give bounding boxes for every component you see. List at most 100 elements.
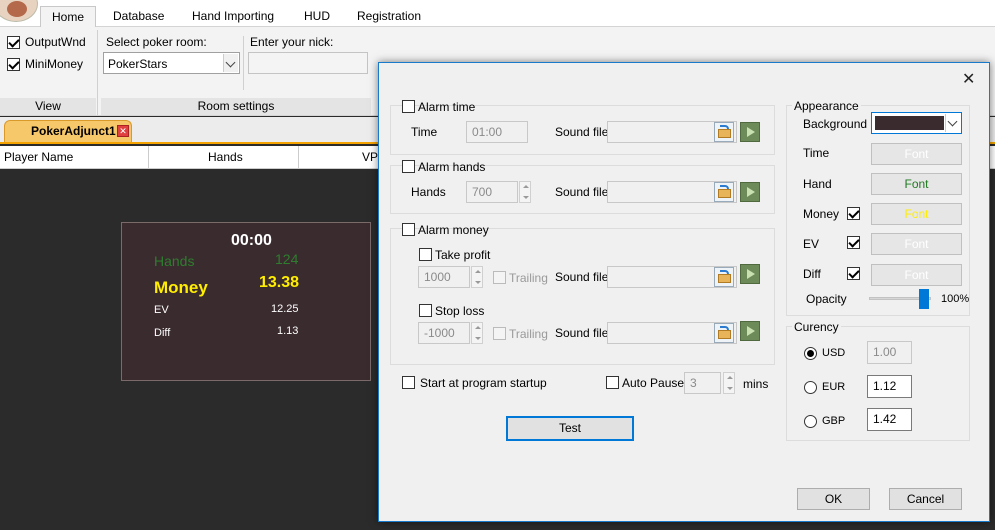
close-tab-icon[interactable]: ✕ (117, 125, 129, 137)
auto-pause-spinner[interactable] (723, 372, 735, 394)
view-group-label: View (35, 99, 61, 113)
cancel-label: Cancel (906, 492, 945, 506)
font-label: Font (904, 207, 929, 221)
money-font-button[interactable]: Font (871, 203, 962, 225)
alarm-hands-input[interactable]: 700 (466, 181, 518, 203)
money-checkbox[interactable] (847, 207, 860, 220)
font-label: Font (904, 237, 929, 251)
play-icon[interactable] (740, 264, 760, 284)
diff-font-label: Diff (803, 267, 821, 281)
font-label: Font (904, 147, 929, 161)
chevron-down-icon[interactable] (945, 114, 960, 132)
tab-home[interactable]: Home (40, 6, 96, 28)
alarm-time-label: Alarm time (418, 100, 476, 114)
stop-loss-checkbox[interactable] (419, 304, 432, 317)
poker-room-value: PokerStars (108, 57, 168, 71)
background-color-select[interactable] (871, 112, 962, 134)
auto-pause-checkbox[interactable] (606, 376, 619, 389)
doc-tab[interactable]: PokerAdjunct1 ✕ (4, 120, 132, 142)
play-icon[interactable] (740, 182, 760, 202)
play-icon[interactable] (740, 321, 760, 341)
col-player-name[interactable]: Player Name (4, 150, 73, 164)
alarm-hands-checkbox[interactable] (402, 160, 415, 173)
ribbon-divider-2 (243, 36, 244, 90)
trailing-checkbox-2[interactable] (493, 327, 506, 340)
time-font-button[interactable]: Font (871, 143, 962, 165)
hand-font-label: Hand (803, 177, 832, 191)
opacity-slider-thumb[interactable] (919, 289, 929, 309)
outputwnd-checkbox[interactable] (7, 36, 20, 49)
take-profit-input[interactable]: 1000 (418, 266, 470, 288)
gbp-input[interactable]: 1.42 (867, 408, 912, 431)
nick-input[interactable] (248, 52, 368, 74)
take-profit-spinner[interactable] (471, 266, 483, 288)
stop-loss-input[interactable]: -1000 (418, 322, 470, 344)
ok-button[interactable]: OK (797, 488, 870, 510)
eur-radio[interactable] (804, 381, 817, 394)
tab-registration[interactable]: Registration (357, 9, 421, 23)
gbp-radio[interactable] (804, 415, 817, 428)
folder-icon[interactable] (714, 122, 734, 142)
trailing-label: Trailing (509, 271, 548, 285)
usd-radio[interactable] (804, 347, 817, 360)
opacity-value: 100% (941, 293, 970, 305)
folder-icon[interactable] (714, 267, 734, 287)
mini-money-widget[interactable]: 00:00 Hands 124 Money 13.38 EV 12.25 Dif… (121, 222, 371, 381)
minimoney-checkbox[interactable] (7, 58, 20, 71)
sound-file-label: Sound file (555, 125, 609, 139)
currency-title: Curency (792, 320, 841, 334)
appearance-title: Appearance (792, 99, 861, 113)
auto-pause-input[interactable]: 3 (684, 372, 721, 394)
startup-checkbox[interactable] (402, 376, 415, 389)
usd-input[interactable]: 1.00 (867, 341, 912, 364)
col-hands[interactable]: Hands (208, 150, 243, 164)
folder-icon[interactable] (714, 182, 734, 202)
room-settings-label: Room settings (197, 99, 275, 113)
ev-checkbox[interactable] (847, 236, 860, 249)
play-icon[interactable] (740, 122, 760, 142)
close-icon[interactable]: ✕ (962, 69, 975, 89)
outputwnd-label: OutputWnd (25, 35, 86, 49)
test-button[interactable]: Test (506, 416, 634, 441)
opacity-label: Opacity (806, 292, 847, 306)
folder-icon[interactable] (714, 323, 734, 343)
chevron-down-icon[interactable] (223, 54, 238, 72)
alarm-time-input[interactable]: 01:00 (466, 121, 528, 143)
trailing-checkbox[interactable] (493, 271, 506, 284)
time-label: Time (411, 125, 438, 139)
diff-font-button[interactable]: Font (871, 264, 962, 286)
hands-label: Hands (411, 185, 446, 199)
mini-diff-label: Diff (154, 327, 171, 339)
time-font-label: Time (803, 146, 830, 160)
alarm-time-checkbox[interactable] (402, 100, 415, 113)
background-label: Background (803, 117, 868, 131)
background-color-swatch (875, 116, 944, 130)
tab-hand-importing[interactable]: Hand Importing (192, 9, 274, 23)
hand-font-button[interactable]: Font (871, 173, 962, 195)
stop-loss-label: Stop loss (435, 304, 485, 318)
alarm-money-checkbox[interactable] (402, 223, 415, 236)
startup-label: Start at program startup (420, 376, 547, 390)
ribbon-divider (97, 30, 98, 115)
take-profit-checkbox[interactable] (419, 248, 432, 261)
nick-label: Enter your nick: (250, 35, 334, 49)
tab-database[interactable]: Database (113, 9, 164, 23)
eur-input[interactable]: 1.12 (867, 375, 912, 398)
test-button-label: Test (558, 421, 581, 435)
tab-home-label: Home (51, 10, 84, 24)
minimoney-label: MiniMoney (25, 57, 84, 71)
mini-hands-value: 124 (275, 251, 299, 267)
view-group-footer: View (0, 98, 96, 115)
diff-checkbox[interactable] (847, 267, 860, 280)
tab-hud[interactable]: HUD (304, 9, 330, 23)
ev-font-button[interactable]: Font (871, 233, 962, 255)
mini-hands-label: Hands (154, 253, 195, 269)
stop-loss-spinner[interactable] (471, 322, 483, 344)
hands-spinner[interactable] (519, 181, 531, 203)
mini-money-value: 13.38 (259, 274, 300, 291)
cancel-button[interactable]: Cancel (889, 488, 962, 510)
poker-room-select[interactable]: PokerStars (103, 52, 240, 74)
select-room-label: Select poker room: (106, 35, 207, 49)
mini-ev-value: 12.25 (271, 303, 299, 315)
font-label: Font (904, 268, 929, 282)
